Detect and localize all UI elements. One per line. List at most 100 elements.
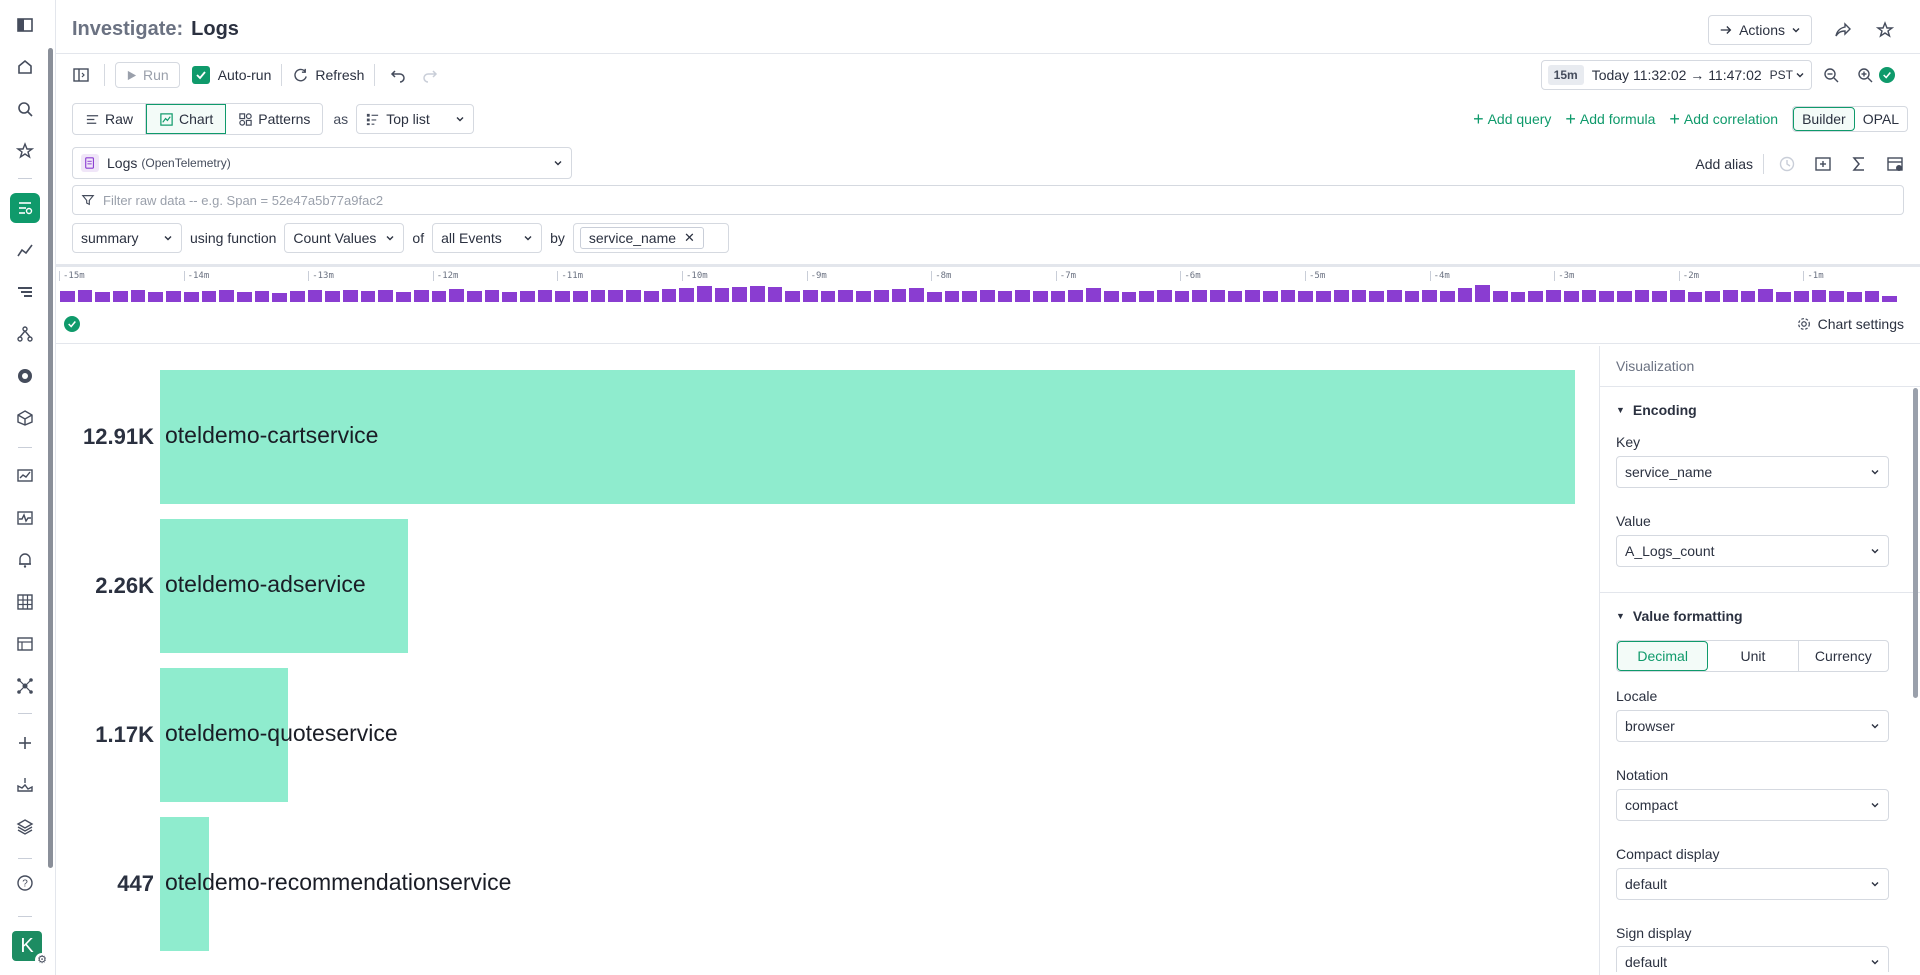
histogram-bar[interactable] <box>980 290 995 302</box>
function-select[interactable]: Count Values <box>284 223 405 253</box>
histogram-bar[interactable] <box>1493 291 1508 302</box>
histogram-bar[interactable] <box>997 291 1013 302</box>
histogram-bar[interactable] <box>1386 290 1402 302</box>
histogram-bar[interactable] <box>1864 291 1880 302</box>
histogram-bar[interactable] <box>679 288 694 302</box>
histogram-bar[interactable] <box>1457 288 1473 302</box>
histogram-bar[interactable] <box>77 290 93 302</box>
histogram-bar[interactable] <box>1634 290 1650 302</box>
encoding-section-header[interactable]: ▼ Encoding <box>1616 402 1697 418</box>
histogram-bar[interactable] <box>1121 292 1137 302</box>
plus-icon[interactable] <box>10 728 40 758</box>
histogram-bar[interactable] <box>1652 291 1667 302</box>
histogram-bar[interactable] <box>661 289 677 302</box>
share-icon[interactable] <box>1830 17 1856 43</box>
histogram-bar[interactable] <box>1174 291 1190 302</box>
histogram-bar[interactable] <box>1086 288 1101 302</box>
histogram-bar[interactable] <box>626 290 641 302</box>
histogram-bar[interactable] <box>95 292 111 302</box>
toplist-row[interactable]: 12.91K oteldemo-cartservice <box>56 370 1599 504</box>
histogram-bar[interactable] <box>820 291 836 302</box>
histogram-bar[interactable] <box>1528 291 1544 302</box>
histogram-bar[interactable] <box>1227 291 1243 302</box>
histogram-bar[interactable] <box>1263 291 1278 302</box>
value-select[interactable]: A_Logs_count <box>1616 535 1889 567</box>
histogram-bar[interactable] <box>1705 291 1721 302</box>
histogram-bar[interactable] <box>1616 291 1632 302</box>
undo-icon[interactable] <box>385 62 411 88</box>
star-icon[interactable] <box>10 136 40 166</box>
clock-icon[interactable] <box>1774 151 1800 177</box>
search-icon[interactable] <box>10 94 40 124</box>
format-unit-button[interactable]: Unit <box>1708 641 1799 671</box>
event-histogram[interactable]: -15m -14m -13m -12m -11m -10m -9m -8m -7m -6m -5m -… <box>56 264 1920 306</box>
run-button[interactable]: Run <box>115 62 180 88</box>
histogram-bar[interactable] <box>1758 289 1774 302</box>
histogram-bar[interactable] <box>1882 296 1897 302</box>
tab-chart[interactable]: Chart <box>146 104 227 134</box>
histogram-bar[interactable] <box>1015 290 1031 302</box>
histogram-bar[interactable] <box>767 287 783 302</box>
redo-icon[interactable] <box>417 62 443 88</box>
histogram-bar[interactable] <box>290 291 305 302</box>
histogram-bar[interactable] <box>236 292 252 302</box>
histogram-bar[interactable] <box>1793 291 1809 302</box>
traces-icon[interactable] <box>10 277 40 307</box>
histogram-bar[interactable] <box>325 291 341 302</box>
notation-select[interactable]: compact <box>1616 789 1889 821</box>
add-correlation-button[interactable]: + Add correlation <box>1669 109 1778 130</box>
data-ingest-icon[interactable] <box>10 770 40 800</box>
histogram-bar[interactable] <box>1811 290 1827 302</box>
display-type-select[interactable]: Top list <box>356 104 475 134</box>
chart-settings-button[interactable]: Chart settings <box>1796 316 1904 332</box>
histogram-bar[interactable] <box>1599 291 1614 302</box>
home-icon[interactable] <box>10 52 40 82</box>
histogram-bar[interactable] <box>1422 290 1437 302</box>
histogram-bar[interactable] <box>1333 290 1349 302</box>
histogram-bar[interactable] <box>1245 290 1261 302</box>
locale-select[interactable]: browser <box>1616 710 1889 742</box>
histogram-bar[interactable] <box>1776 292 1791 302</box>
histogram-bar[interactable] <box>201 291 217 302</box>
histogram-bar[interactable] <box>166 291 181 302</box>
panel-scrollbar[interactable] <box>1913 388 1918 698</box>
histogram-bar[interactable] <box>1475 285 1491 302</box>
histogram-bar[interactable] <box>1723 290 1738 302</box>
histogram-bar[interactable] <box>1404 291 1420 302</box>
histogram-bar[interactable] <box>962 291 977 302</box>
histogram-bar[interactable] <box>1210 290 1225 302</box>
toplist-row[interactable]: 447 oteldemo-recommendationservice <box>56 817 1599 951</box>
histogram-bar[interactable] <box>1068 290 1084 302</box>
time-range-picker[interactable]: 15m Today 11:32:02 → 11:47:02 PST <box>1540 60 1812 90</box>
histogram-bar[interactable] <box>803 290 818 302</box>
histogram-bar[interactable] <box>785 291 801 302</box>
dashboard-icon[interactable] <box>10 461 40 491</box>
filter-input[interactable]: Filter raw data -- e.g. Span = 52e47a5b7… <box>72 185 1904 215</box>
histogram-bar[interactable] <box>944 291 960 302</box>
histogram-bar[interactable] <box>130 290 146 302</box>
events-select[interactable]: all Events <box>432 223 543 253</box>
opal-mode-button[interactable]: OPAL <box>1855 107 1907 131</box>
histogram-bar[interactable] <box>1298 291 1314 302</box>
histogram-bar[interactable] <box>520 291 535 302</box>
refresh-button[interactable]: Refresh <box>292 67 364 84</box>
histogram-bar[interactable] <box>1139 291 1154 302</box>
time-range-chip[interactable]: 15m <box>1547 65 1584 85</box>
close-icon[interactable]: ✕ <box>684 230 695 246</box>
histogram-bar[interactable] <box>360 291 376 302</box>
histogram-bar[interactable] <box>307 290 323 302</box>
histogram-bar[interactable] <box>60 291 75 302</box>
histogram-bar[interactable] <box>1581 290 1597 302</box>
histogram-bar[interactable] <box>1687 292 1703 302</box>
compact-display-select[interactable]: default <box>1616 868 1889 900</box>
format-currency-button[interactable]: Currency <box>1799 641 1888 671</box>
histogram-bar[interactable] <box>732 287 747 302</box>
key-select[interactable]: service_name <box>1616 456 1889 488</box>
histogram-bar[interactable] <box>449 289 464 302</box>
toplist-row[interactable]: 1.17K oteldemo-quoteservice <box>56 668 1599 802</box>
monitor-icon[interactable] <box>10 503 40 533</box>
histogram-bar[interactable] <box>926 292 942 302</box>
histogram-bar[interactable] <box>1103 291 1119 302</box>
histogram-bar[interactable] <box>643 291 659 302</box>
add-alias-button[interactable]: Add alias <box>1695 156 1753 172</box>
